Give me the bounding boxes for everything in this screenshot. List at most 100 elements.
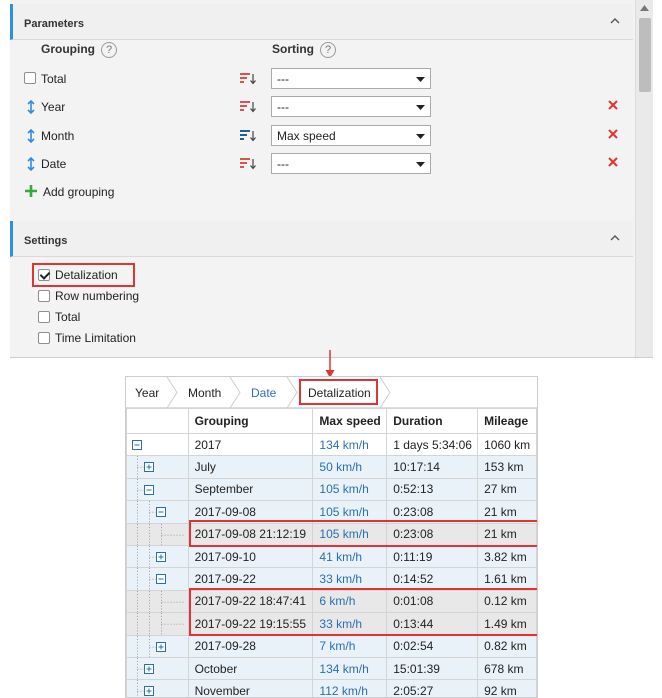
tree-guide-lines — [137, 524, 185, 545]
row-numbering-checkbox[interactable] — [38, 290, 50, 302]
breadcrumb-date[interactable]: Date — [251, 386, 276, 400]
sort-select-value: --- — [277, 157, 289, 171]
tree-guide-lines — [137, 456, 144, 478]
grouping-cell: November — [187, 679, 314, 697]
grouping-cell: 2017-09-22 — [187, 567, 314, 591]
duration-cell: 0:14:52 — [386, 567, 479, 591]
collapse-icon[interactable] — [144, 484, 154, 495]
table-row[interactable]: November 112 km/h 2:05:27 92 km — [126, 679, 537, 697]
row-numbering-option[interactable]: Row numbering — [38, 289, 139, 303]
breadcrumb-month[interactable]: Month — [188, 386, 221, 400]
collapse-icon[interactable] — [156, 574, 166, 585]
expand-icon[interactable] — [156, 641, 166, 652]
max-speed-cell: 134 km/h — [312, 432, 388, 457]
add-grouping-button[interactable]: Add grouping — [24, 184, 114, 199]
table-row[interactable]: 2017 134 km/h 1 days 5:34:06 1060 km — [126, 432, 537, 457]
tree-cell — [126, 477, 189, 502]
sorting-help-icon[interactable]: ? — [320, 42, 336, 58]
detalization-option[interactable]: Detalization — [38, 268, 118, 282]
report-table: Grouping Max speed Duration Mileage 2017… — [126, 408, 537, 697]
tree-cell — [126, 522, 189, 546]
duration-cell: 10:17:14 — [386, 455, 479, 479]
sort-desc-icon[interactable] — [239, 99, 257, 115]
sort-desc-icon[interactable] — [239, 71, 257, 87]
collapse-icon[interactable] — [132, 440, 142, 450]
sort-select[interactable]: --- — [271, 96, 431, 117]
grouping-label: Total — [41, 72, 67, 86]
time-limitation-checkbox[interactable] — [38, 332, 50, 344]
sort-select[interactable]: --- — [271, 153, 431, 174]
breadcrumb-separator-icon — [166, 377, 178, 408]
mileage-cell: 678 km — [477, 656, 537, 681]
max-speed-cell: 134 km/h — [312, 656, 388, 681]
sort-select-value: --- — [277, 100, 289, 114]
duration-cell: 2:05:27 — [386, 679, 479, 697]
drag-handle-icon[interactable] — [24, 100, 38, 114]
settings-title: Settings — [24, 235, 68, 247]
time-limitation-option[interactable]: Time Limitation — [38, 331, 136, 345]
expand-icon[interactable] — [144, 686, 154, 697]
remove-icon[interactable] — [606, 155, 620, 169]
max-speed-cell: 33 km/h — [312, 567, 388, 591]
max-speed-cell: 112 km/h — [312, 679, 388, 697]
remove-icon[interactable] — [606, 127, 620, 141]
expand-icon[interactable] — [144, 663, 154, 674]
column-header-grouping[interactable]: Grouping — [187, 408, 314, 434]
parameters-section-header[interactable]: Parameters — [10, 4, 633, 40]
expand-icon[interactable] — [144, 462, 154, 473]
mileage-cell: 153 km — [477, 455, 537, 479]
settings-section-header[interactable]: Settings — [10, 221, 633, 257]
collapse-icon[interactable] — [156, 507, 166, 518]
column-header-mileage[interactable]: Mileage — [477, 408, 537, 434]
sort-select[interactable]: --- — [271, 68, 431, 89]
grouping-row-total: Total --- — [10, 65, 633, 93]
dropdown-caret-icon — [416, 105, 425, 110]
breadcrumb-year[interactable]: Year — [135, 386, 159, 400]
grouping-cell: September — [187, 477, 314, 502]
tree-column-header — [126, 408, 189, 434]
scrollbar-thumb[interactable] — [639, 18, 651, 92]
tree-cell — [126, 634, 189, 658]
table-row[interactable]: October 134 km/h 15:01:39 678 km — [126, 656, 537, 681]
total-checkbox[interactable] — [38, 311, 50, 323]
sort-desc-icon[interactable] — [239, 156, 257, 172]
column-header-max-speed[interactable]: Max speed — [312, 408, 388, 434]
column-header-duration[interactable]: Duration — [386, 408, 479, 434]
total-checkbox[interactable] — [24, 72, 38, 86]
detail-highlight-box — [189, 588, 537, 636]
mileage-cell: 1060 km — [477, 432, 537, 457]
table-row[interactable]: July 50 km/h 10:17:14 153 km — [126, 455, 537, 479]
grouping-cell: 2017-09-10 — [187, 544, 314, 569]
expand-icon[interactable] — [156, 551, 166, 562]
table-row[interactable]: September 105 km/h 0:52:13 27 km — [126, 477, 537, 502]
vertical-scrollbar[interactable] — [635, 0, 653, 357]
breadcrumb-separator-icon — [379, 377, 391, 408]
report-table-panel: Year Month Date Detalization Grouping Ma… — [125, 376, 538, 698]
duration-cell: 0:02:54 — [386, 634, 479, 658]
drag-handle-icon[interactable] — [24, 157, 38, 171]
total-option[interactable]: Total — [38, 310, 80, 324]
grouping-cell: October — [187, 656, 314, 681]
max-speed-cell: 105 km/h — [312, 477, 388, 502]
detalization-checkbox[interactable] — [38, 269, 50, 281]
tree-guide-lines — [137, 658, 144, 679]
table-row[interactable]: 2017-09-10 41 km/h 0:11:19 3.82 km — [126, 544, 537, 569]
table-row[interactable]: 2017-09-28 7 km/h 0:02:54 0.82 km — [126, 634, 537, 658]
grouping-cell: 2017 — [187, 432, 314, 457]
duration-cell: 0:52:13 — [386, 477, 479, 502]
table-header-row: Grouping Max speed Duration Mileage — [126, 408, 537, 434]
mileage-cell: 27 km — [477, 477, 537, 502]
sort-desc-active-icon[interactable] — [239, 128, 257, 144]
grouping-help-icon[interactable]: ? — [101, 42, 117, 58]
drag-handle-icon[interactable] — [24, 129, 38, 143]
collapse-chevron-icon[interactable] — [609, 16, 621, 26]
collapse-chevron-icon[interactable] — [609, 233, 621, 243]
sort-select[interactable]: Max speed — [271, 125, 431, 146]
max-speed-cell: 7 km/h — [312, 634, 388, 658]
table-row[interactable]: 2017-09-22 33 km/h 0:14:52 1.61 km — [126, 567, 537, 591]
remove-icon[interactable] — [606, 98, 620, 112]
breadcrumb-highlight-box — [299, 379, 378, 405]
scroll-up-icon[interactable] — [640, 5, 649, 11]
tree-cell — [126, 656, 189, 681]
grouping-cell: July — [187, 455, 314, 479]
